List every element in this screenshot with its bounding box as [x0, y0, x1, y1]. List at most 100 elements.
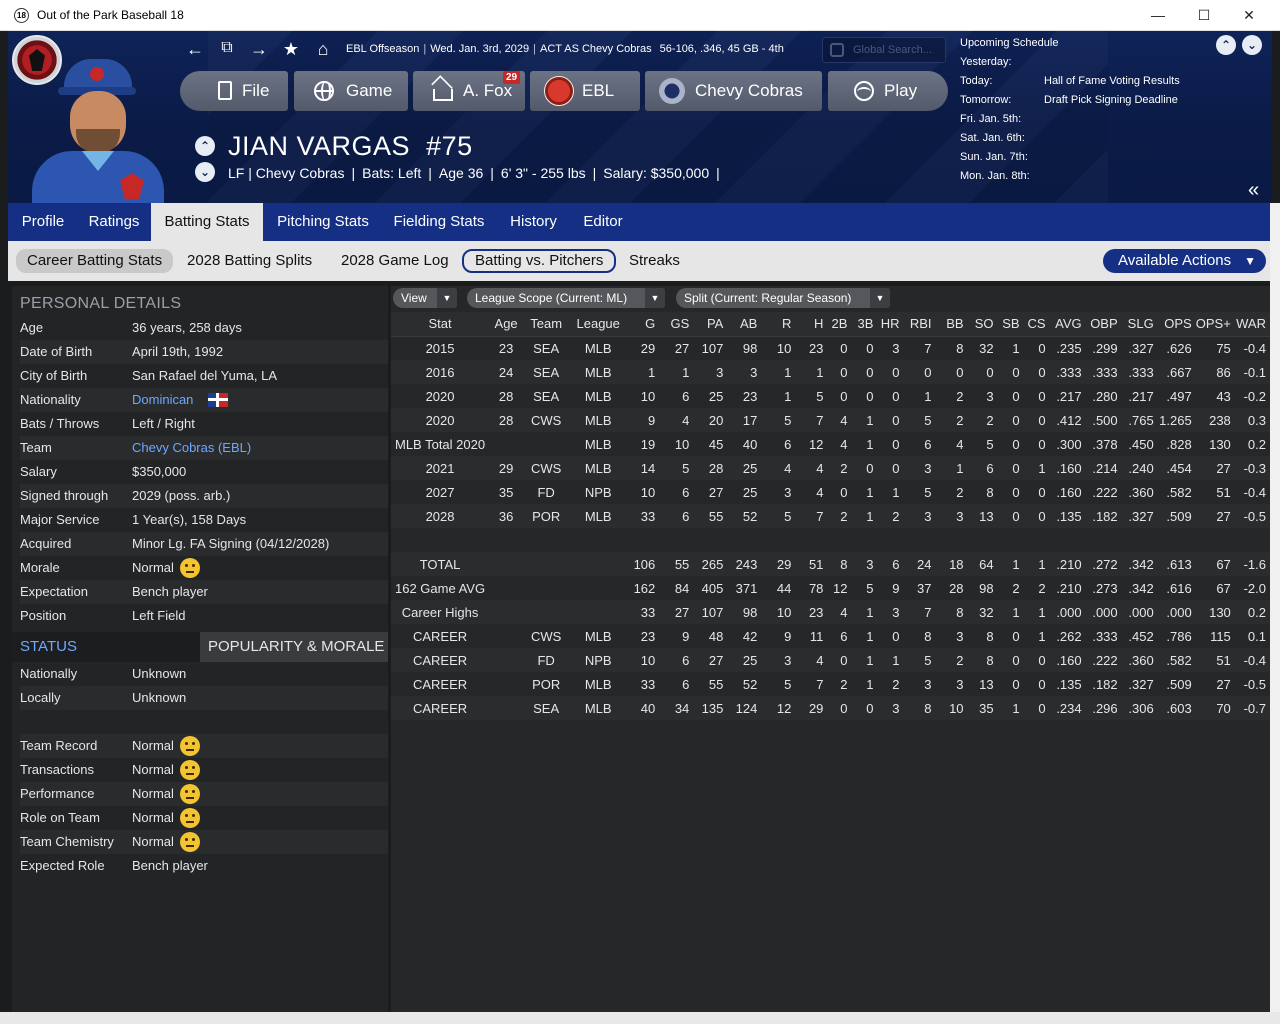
tab-editor[interactable]: Editor — [572, 203, 634, 241]
available-actions-button[interactable]: Available Actions ▼ — [1103, 249, 1266, 273]
table-row[interactable] — [391, 528, 1270, 552]
window-title: Out of the Park Baseball 18 — [37, 8, 184, 22]
subtab-career-batting-stats[interactable]: Career Batting Stats — [16, 249, 174, 273]
schedule-down-button[interactable]: ⌄ — [1242, 35, 1262, 55]
table-row[interactable]: TOTAL 106 55 265 243 29 51 8 3 6 24 18 64 1 1.210.272.… — [391, 552, 1270, 576]
column-header[interactable]: CS — [1023, 312, 1050, 337]
back-arrow-icon[interactable]: ← — [184, 39, 206, 60]
column-header[interactable]: AB — [727, 312, 762, 337]
table-row[interactable]: 2015 23 SEA MLB 29 27 107 98 10 23 0 0 3 7 8 32 1 0.235.2… — [391, 336, 1270, 360]
nav-file-button[interactable]: File — [180, 71, 288, 111]
column-header[interactable]: PA — [693, 312, 728, 337]
split-dropdown[interactable]: Split (Current: Regular Season) ▼ — [676, 288, 890, 308]
table-row[interactable]: 2021 29 CWS MLB 14 5 28 25 4 4 2 0 0 3 1 6 0 1.160.214.24… — [391, 456, 1270, 480]
column-header[interactable]: League — [569, 312, 628, 337]
table-row[interactable]: CAREER CWS MLB 23 9 48 42 9 11 6 1 0 8 3 8 0 1.262.333.4… — [391, 624, 1270, 648]
table-cell: 70 — [1195, 696, 1235, 720]
previous-player-button[interactable]: ⌃ — [195, 136, 215, 156]
nationality-link[interactable]: Dominican — [132, 392, 193, 407]
tab-profile[interactable]: Profile — [8, 203, 78, 241]
minimize-button[interactable]: — — [1135, 0, 1181, 30]
nav-game-button[interactable]: Game — [294, 71, 408, 111]
subtab-streaks[interactable]: Streaks — [618, 249, 691, 273]
table-row[interactable]: 162 Game AVG 162 84 405 371 44 78 12 5 9 37 28 98 2 2.… — [391, 576, 1270, 600]
player-header: ← ⧉ → ★ ⌂ EBL Offseason | Wed. Jan. 3rd, 2… — [8, 31, 1272, 203]
column-header[interactable]: WAR — [1234, 312, 1270, 337]
column-header[interactable]: R — [761, 312, 796, 337]
column-header[interactable]: SO — [967, 312, 998, 337]
table-cell: 3 — [693, 360, 728, 384]
home-icon[interactable]: ⌂ — [312, 39, 334, 60]
column-header[interactable]: OPS+ — [1195, 312, 1235, 337]
subtab-batting-vs-pitchers[interactable]: Batting vs. Pitchers — [462, 249, 617, 273]
forward-arrow-icon[interactable]: → — [248, 39, 270, 60]
table-cell: 8 — [903, 696, 936, 720]
table-row[interactable]: CAREER SEA MLB 40 34 135 124 12 29 0 0 3 8 10 35 1 0.234… — [391, 696, 1270, 720]
subtab-game-log[interactable]: 2028 Game Log — [330, 249, 460, 273]
column-header[interactable]: 3B — [851, 312, 878, 337]
column-header[interactable]: AVG — [1049, 312, 1086, 337]
nav-manager-button[interactable]: A. Fox 29 — [413, 71, 525, 111]
table-row[interactable]: 2027 35 FD NPB 10 6 27 25 3 4 0 1 1 5 2 8 0 0.160.222.360… — [391, 480, 1270, 504]
column-header[interactable]: OBP — [1085, 312, 1122, 337]
table-cell: .333 — [1085, 624, 1122, 648]
next-player-button[interactable]: ⌄ — [195, 162, 215, 182]
close-button[interactable]: ✕ — [1226, 0, 1272, 30]
tab-history[interactable]: History — [495, 203, 572, 241]
table-row[interactable]: Career Highs 33 27 107 98 10 23 4 1 3 7 8 32 1 1.000.0… — [391, 600, 1270, 624]
collapse-icon[interactable]: « — [1248, 179, 1259, 202]
column-header[interactable]: Stat — [391, 312, 490, 337]
table-cell: .160 — [1049, 648, 1086, 672]
nav-team-button[interactable]: Chevy Cobras — [645, 71, 822, 111]
team-logo-icon[interactable] — [12, 35, 62, 85]
column-header[interactable]: G — [627, 312, 660, 337]
copy-icon[interactable]: ⧉ — [216, 39, 238, 57]
column-header[interactable]: RBI — [903, 312, 936, 337]
column-header[interactable]: Age — [489, 312, 524, 337]
column-header[interactable]: BB — [935, 312, 968, 337]
table-row[interactable]: CAREER FD NPB 10 6 27 25 3 4 0 1 1 5 2 8 0 0.160.222.360… — [391, 648, 1270, 672]
table-cell: 1 — [795, 360, 828, 384]
tab-popularity-morale[interactable]: POPULARITY & MORALE — [200, 632, 388, 662]
column-header[interactable]: GS — [659, 312, 694, 337]
nav-play-button[interactable]: Play — [828, 71, 948, 111]
column-header[interactable]: Team — [523, 312, 570, 337]
team-link[interactable]: Chevy Cobras (EBL) — [132, 440, 251, 455]
table-row[interactable]: 2020 28 SEA MLB 10 6 25 23 1 5 0 0 0 1 2 3 0 0.217.280.21… — [391, 384, 1270, 408]
table-cell: .272 — [1085, 552, 1122, 576]
schedule-up-button[interactable]: ⌃ — [1216, 35, 1236, 55]
tab-ratings[interactable]: Ratings — [78, 203, 150, 241]
table-row[interactable]: CAREER POR MLB 33 6 55 52 5 7 2 1 2 3 3 13 0 0.135.182.3… — [391, 672, 1270, 696]
tab-pitching-stats[interactable]: Pitching Stats — [263, 203, 383, 241]
column-header[interactable]: HR — [877, 312, 904, 337]
column-header[interactable]: H — [795, 312, 828, 337]
league-state: EBL Offseason — [346, 43, 420, 55]
neutral-face-icon — [180, 808, 200, 828]
table-cell: 0 — [827, 480, 852, 504]
subtab-batting-splits[interactable]: 2028 Batting Splits — [176, 249, 323, 273]
table-cell — [627, 528, 660, 552]
table-row[interactable]: MLB Total 2020 MLB 19 10 45 40 6 12 4 1 0 6 4 5 0 0.300… — [391, 432, 1270, 456]
column-header[interactable]: SLG — [1121, 312, 1158, 337]
table-row[interactable]: 2020 28 CWS MLB 9 4 20 17 5 7 4 1 0 5 2 2 0 0.412.500.765… — [391, 408, 1270, 432]
league-scope-dropdown[interactable]: League Scope (Current: ML) ▼ — [467, 288, 665, 308]
maximize-button[interactable]: ☐ — [1181, 0, 1227, 30]
column-header[interactable]: OPS — [1157, 312, 1196, 337]
table-cell: MLB — [569, 504, 628, 528]
table-row[interactable]: 2028 36 POR MLB 33 6 55 52 5 7 2 1 2 3 3 13 0 0.135.182.3… — [391, 504, 1270, 528]
vertical-scrollbar[interactable] — [1270, 203, 1280, 1012]
table-cell — [489, 528, 524, 552]
act-as[interactable]: ACT AS Chevy Cobras — [540, 43, 652, 55]
column-header[interactable]: SB — [997, 312, 1024, 337]
tab-batting-stats[interactable]: Batting Stats — [151, 203, 263, 241]
column-header[interactable]: 2B — [827, 312, 852, 337]
table-cell — [1085, 528, 1122, 552]
tab-fielding-stats[interactable]: Fielding Stats — [383, 203, 495, 241]
view-dropdown[interactable]: View ▼ — [393, 288, 457, 308]
table-cell: 25 — [727, 456, 762, 480]
nav-league-button[interactable]: EBL — [530, 71, 640, 111]
tab-status[interactable]: STATUS — [12, 632, 200, 662]
table-row[interactable]: 2016 24 SEA MLB 1 1 3 3 1 1 0 0 0 0 0 0 0 0.333.333.333.6… — [391, 360, 1270, 384]
schedule-row: Sun. Jan. 7th: — [960, 151, 1028, 163]
star-icon[interactable]: ★ — [280, 39, 302, 60]
